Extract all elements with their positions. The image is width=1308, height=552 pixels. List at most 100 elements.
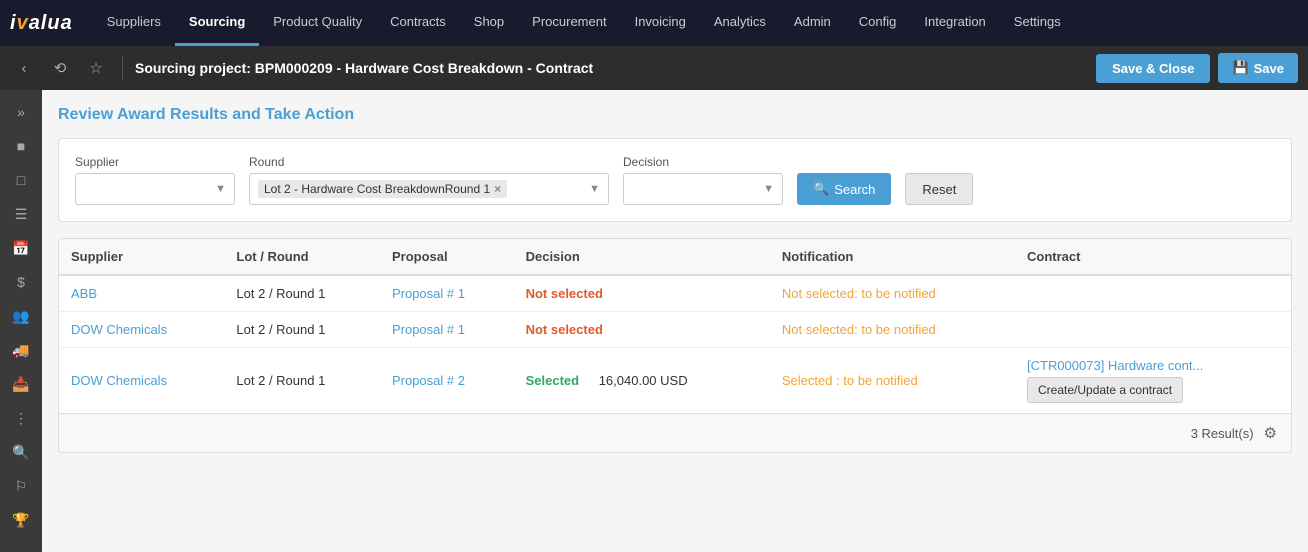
nav-analytics[interactable]: Analytics — [700, 0, 780, 46]
sidebar-doc-icon[interactable]: □ — [5, 166, 37, 194]
section-title: Review Award Results and Take Action — [58, 106, 1292, 124]
sidebar-home-icon[interactable]: ■ — [5, 132, 37, 160]
row3-decision-status: Selected — [526, 373, 579, 388]
decision-filter-group: Decision ▼ — [623, 155, 783, 205]
search-label: Search — [834, 182, 875, 197]
supplier-label: Supplier — [75, 155, 235, 169]
round-tag-remove-icon[interactable]: × — [494, 182, 501, 196]
nav-config[interactable]: Config — [845, 0, 911, 46]
row3-supplier: DOW Chemicals — [59, 348, 224, 414]
round-filter-group: Round Lot 2 - Hardware Cost BreakdownRou… — [249, 155, 609, 205]
page-title: Sourcing project: BPM000209 - Hardware C… — [135, 60, 1088, 76]
save-button[interactable]: 💾 Save — [1218, 53, 1298, 83]
col-decision: Decision — [514, 239, 770, 275]
results-card: Supplier Lot / Round Proposal Decision N… — [58, 238, 1292, 453]
results-count: 3 Result(s) — [1191, 426, 1254, 441]
top-navigation: ivalua Suppliers Sourcing Product Qualit… — [0, 0, 1308, 46]
round-chevron-icon: ▼ — [589, 183, 600, 195]
reset-button[interactable]: Reset — [905, 173, 973, 205]
nav-shop[interactable]: Shop — [460, 0, 518, 46]
save-close-button[interactable]: Save & Close — [1096, 54, 1210, 83]
row1-notification-text: Not selected: to be notified — [782, 286, 936, 301]
sidebar-list-icon[interactable]: ☰ — [5, 200, 37, 228]
table-row: DOW Chemicals Lot 2 / Round 1 Proposal #… — [59, 348, 1291, 414]
nav-menu: Suppliers Sourcing Product Quality Contr… — [93, 0, 1298, 46]
row2-decision-status: Not selected — [526, 322, 603, 337]
sidebar-pin-icon[interactable]: ⚐ — [5, 472, 37, 500]
row2-proposal-link[interactable]: Proposal # 1 — [392, 322, 465, 337]
row1-decision-status: Not selected — [526, 286, 603, 301]
row1-contract — [1015, 275, 1291, 312]
save-disk-icon: 💾 — [1232, 60, 1248, 76]
row1-supplier-link[interactable]: ABB — [71, 286, 97, 301]
row2-proposal: Proposal # 1 — [380, 312, 514, 348]
col-supplier: Supplier — [59, 239, 224, 275]
nav-admin[interactable]: Admin — [780, 0, 845, 46]
sidebar-truck-icon[interactable]: 🚚 — [5, 336, 37, 364]
row3-notification-text: Selected : to be notified — [782, 373, 918, 388]
nav-product-quality[interactable]: Product Quality — [259, 0, 376, 46]
row3-contract: [CTR000073] Hardware cont... Create/Upda… — [1015, 348, 1291, 414]
nav-sourcing[interactable]: Sourcing — [175, 0, 259, 46]
sidebar-grid-icon[interactable]: ⋮ — [5, 404, 37, 432]
nav-settings[interactable]: Settings — [1000, 0, 1075, 46]
col-contract: Contract — [1015, 239, 1291, 275]
sidebar-people-icon[interactable]: 👥 — [5, 302, 37, 330]
gear-settings-button[interactable]: ⚙ — [1262, 422, 1279, 444]
round-select[interactable]: Lot 2 - Hardware Cost BreakdownRound 1 ×… — [249, 173, 609, 205]
col-notification: Notification — [770, 239, 1015, 275]
row1-proposal-link[interactable]: Proposal # 1 — [392, 286, 465, 301]
sidebar-calendar-icon[interactable]: 📅 — [5, 234, 37, 262]
sidebar-search2-icon[interactable]: 🔍 — [5, 438, 37, 466]
supplier-chevron-icon: ▼ — [215, 183, 226, 195]
row3-amount: 16,040.00 USD — [599, 373, 688, 388]
nav-procurement[interactable]: Procurement — [518, 0, 620, 46]
row3-proposal: Proposal # 2 — [380, 348, 514, 414]
save-label: Save — [1254, 61, 1284, 76]
round-tag-text: Lot 2 - Hardware Cost BreakdownRound 1 — [264, 182, 490, 196]
row1-proposal: Proposal # 1 — [380, 275, 514, 312]
logo[interactable]: ivalua — [10, 12, 73, 35]
filter-card: Supplier ▼ Round Lot 2 - Hardware Cost B… — [58, 138, 1292, 222]
col-proposal: Proposal — [380, 239, 514, 275]
row1-supplier: ABB — [59, 275, 224, 312]
create-update-contract-button[interactable]: Create/Update a contract — [1027, 377, 1183, 403]
search-icon: 🔍 — [813, 181, 829, 197]
decision-select[interactable]: ▼ — [623, 173, 783, 205]
row2-supplier: DOW Chemicals — [59, 312, 224, 348]
filter-row: Supplier ▼ Round Lot 2 - Hardware Cost B… — [75, 155, 1275, 205]
row3-lot-round: Lot 2 / Round 1 — [224, 348, 380, 414]
row2-lot-round: Lot 2 / Round 1 — [224, 312, 380, 348]
sidebar-money-icon[interactable]: $ — [5, 268, 37, 296]
row2-contract — [1015, 312, 1291, 348]
row3-supplier-link[interactable]: DOW Chemicals — [71, 373, 167, 388]
decision-label: Decision — [623, 155, 783, 169]
history-icon[interactable]: ⟲ — [46, 54, 74, 82]
row2-notification: Not selected: to be notified — [770, 312, 1015, 348]
round-label: Round — [249, 155, 609, 169]
sidebar: » ■ □ ☰ 📅 $ 👥 🚚 📥 ⋮ 🔍 ⚐ 🏆 — [0, 90, 42, 552]
back-icon[interactable]: ‹ — [10, 54, 38, 82]
sidebar-trophy-icon[interactable]: 🏆 — [5, 506, 37, 534]
row3-notification: Selected : to be notified — [770, 348, 1015, 414]
row1-decision: Not selected — [514, 275, 770, 312]
supplier-select[interactable]: ▼ — [75, 173, 235, 205]
row1-lot-round: Lot 2 / Round 1 — [224, 275, 380, 312]
table-footer: 3 Result(s) ⚙ — [59, 413, 1291, 452]
star-icon[interactable]: ☆ — [82, 54, 110, 82]
row2-supplier-link[interactable]: DOW Chemicals — [71, 322, 167, 337]
divider — [122, 56, 123, 80]
nav-integration[interactable]: Integration — [910, 0, 999, 46]
row2-notification-text: Not selected: to be notified — [782, 322, 936, 337]
nav-contracts[interactable]: Contracts — [376, 0, 460, 46]
sidebar-import-icon[interactable]: 📥 — [5, 370, 37, 398]
nav-invoicing[interactable]: Invoicing — [621, 0, 700, 46]
sidebar-expand-icon[interactable]: » — [5, 98, 37, 126]
table-body: ABB Lot 2 / Round 1 Proposal # 1 Not sel… — [59, 275, 1291, 413]
row3-contract-link[interactable]: [CTR000073] Hardware cont... — [1027, 358, 1203, 373]
nav-suppliers[interactable]: Suppliers — [93, 0, 175, 46]
main-content: Review Award Results and Take Action Sup… — [42, 90, 1308, 552]
search-button[interactable]: 🔍 Search — [797, 173, 891, 205]
col-lot-round: Lot / Round — [224, 239, 380, 275]
row3-proposal-link[interactable]: Proposal # 2 — [392, 373, 465, 388]
